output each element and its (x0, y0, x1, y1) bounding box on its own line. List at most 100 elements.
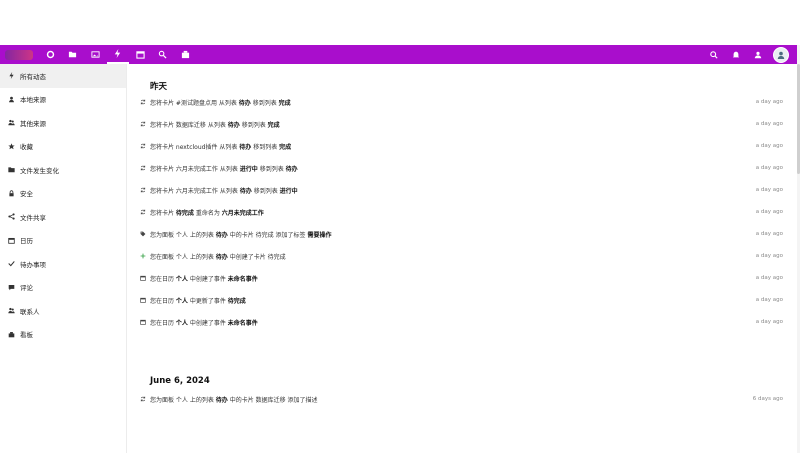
sidebar-item-other-source[interactable]: 其他来源 (0, 111, 126, 135)
list-link[interactable]: 进行中 (280, 188, 298, 195)
activity-icon[interactable] (106, 45, 129, 64)
sidebar-item-deck[interactable]: 看板 (0, 323, 126, 347)
user-avatar[interactable] (773, 46, 789, 63)
list-link[interactable]: 待办 (228, 122, 240, 129)
activity-time: a day ago (755, 231, 783, 237)
text-segment: 移到列表 (251, 187, 280, 195)
card-link[interactable]: 待完成 (256, 232, 274, 239)
card-link[interactable]: 六月未完成工作 (176, 166, 218, 173)
sidebar-item-tasks[interactable]: 待办事项 (0, 252, 126, 276)
activity-item: 您为面板 个人 上的列表 待办 中的卡片 数据库迁移 添加了描述 6 days … (140, 392, 783, 406)
activity-time: 6 days ago (752, 396, 783, 402)
text-segment: 移到列表 (251, 143, 280, 151)
list-link[interactable]: 进行中 (240, 166, 258, 173)
card-link[interactable]: 数据库迁移 (176, 122, 206, 129)
sidebar-item-favorites[interactable]: 收藏 (0, 135, 126, 159)
text-segment: 移到列表 (239, 121, 268, 129)
label-link[interactable]: 需要操作 (307, 232, 331, 239)
app-window: 所有动态 本地来源 其他来源 收藏 文件发生变化 安全 文件共享 日历 待办事项… (0, 0, 800, 453)
card-link[interactable]: 待完成 (268, 254, 286, 261)
sidebar-item-label: 文件共享 (20, 213, 46, 222)
activity-text: 您为面板 个人 上的列表 待办 中的卡片 数据库迁移 添加了描述 (150, 395, 753, 404)
calendar-icon[interactable] (129, 45, 152, 64)
card-link[interactable]: 六月未完成工作 (176, 188, 218, 195)
contacts-icon[interactable] (152, 45, 175, 64)
list-link[interactable]: 待办 (240, 188, 252, 195)
nextcloud-logo[interactable] (5, 49, 33, 60)
sidebar-item-security[interactable]: 安全 (0, 182, 126, 206)
text-segment: 您将卡片 (150, 187, 176, 195)
text-segment: 添加了描述 (285, 396, 318, 404)
sidebar-item-file-changes[interactable]: 文件发生变化 (0, 158, 126, 182)
activity-item: 您在日历 个人 中创建了事件 未命名事件 a day ago (140, 315, 783, 329)
list-link[interactable]: 待办 (239, 144, 251, 151)
check-icon (2, 260, 20, 267)
sidebar-item-label: 联系人 (20, 307, 40, 316)
sidebar-item-all-activities[interactable]: 所有动态 (0, 64, 126, 88)
activity-text: 您为面板 个人 上的列表 待办 中的卡片 待完成 添加了标签 需要操作 (150, 230, 756, 239)
text-segment: 从列表 (217, 187, 240, 195)
text-segment: 从列表 (217, 143, 240, 151)
activity-time: a day ago (755, 319, 783, 325)
sidebar-item-label: 评论 (20, 284, 33, 293)
activity-time: a day ago (755, 165, 783, 171)
activity-text: 您将卡片 待完成 重命名为 六月未完成工作 (150, 208, 756, 217)
calendar-link[interactable]: 个人 (176, 320, 188, 327)
list-link[interactable]: 待办 (286, 166, 298, 173)
list-link[interactable]: 完成 (279, 100, 291, 107)
activity-text: 您将卡片 六月未完成工作 从列表 待办 移到列表 进行中 (150, 186, 756, 195)
sidebar-item-calendar[interactable]: 日历 (0, 229, 126, 253)
event-link[interactable]: 未命名事件 (228, 320, 258, 327)
activity-text: 您在日历 个人 中更新了事件 待完成 (150, 296, 756, 305)
card-link[interactable]: 待完成 (176, 210, 194, 217)
board-link[interactable]: 个人 (176, 397, 188, 404)
text-segment: 您将卡片 (150, 165, 176, 173)
activity-stream: 昨天 您将卡片 #测试题盘点用 从列表 待办 移到列表 完成 a day ago… (128, 64, 797, 453)
sidebar-item-label: 其他来源 (20, 119, 46, 128)
files-icon[interactable] (62, 45, 85, 64)
card-link[interactable]: #测试题盘点用 (176, 100, 217, 107)
text-segment: 您在日历 (150, 319, 176, 327)
board-link[interactable]: 个人 (176, 232, 188, 239)
list-link[interactable]: 待办 (216, 397, 228, 404)
calendar-link[interactable]: 个人 (176, 298, 188, 305)
sidebar-item-file-sharing[interactable]: 文件共享 (0, 205, 126, 229)
card-link[interactable]: 六月未完成工作 (222, 210, 264, 217)
text-segment: 您在日历 (150, 275, 176, 283)
people-icon (2, 119, 20, 126)
text-segment: 中创建了事件 (187, 319, 228, 327)
list-link[interactable]: 完成 (268, 122, 280, 129)
card-link[interactable]: 数据库迁移 (256, 397, 286, 404)
plus-icon (140, 253, 150, 259)
sync-icon (140, 165, 150, 171)
activity-text: 您在日历 个人 中创建了事件 未命名事件 (150, 318, 756, 327)
sync-icon (140, 121, 150, 127)
event-link[interactable]: 未命名事件 (228, 276, 258, 283)
event-link[interactable]: 待完成 (228, 298, 246, 305)
list-link[interactable]: 待办 (216, 232, 228, 239)
deck-icon[interactable] (174, 45, 197, 64)
search-icon[interactable] (703, 45, 725, 64)
text-segment: 您将卡片 (150, 143, 176, 151)
sidebar-item-label: 文件发生变化 (20, 166, 59, 175)
photos-icon[interactable] (84, 45, 107, 64)
sidebar-item-contacts[interactable]: 联系人 (0, 299, 126, 323)
activity-sidebar: 所有动态 本地来源 其他来源 收藏 文件发生变化 安全 文件共享 日历 待办事项… (0, 64, 127, 453)
card-link[interactable]: nextcloud插件 (176, 144, 218, 151)
contacts-menu-icon[interactable] (747, 45, 769, 64)
list-link[interactable]: 待办 (216, 254, 228, 261)
deck-icon (2, 331, 20, 338)
sidebar-item-comments[interactable]: 评论 (0, 276, 126, 300)
calendar-link[interactable]: 个人 (176, 276, 188, 283)
sidebar-item-local-source[interactable]: 本地来源 (0, 88, 126, 112)
list-link[interactable]: 待办 (239, 100, 251, 107)
activity-text: 您将卡片 六月未完成工作 从列表 进行中 移到列表 待办 (150, 164, 756, 173)
text-segment: 中创建了卡片 (227, 253, 268, 261)
list-link[interactable]: 完成 (279, 144, 291, 151)
text-segment: 从列表 (216, 99, 239, 107)
lock-icon (2, 190, 20, 197)
notifications-icon[interactable] (725, 45, 747, 64)
board-link[interactable]: 个人 (176, 254, 188, 261)
text-segment: 从列表 (205, 121, 228, 129)
dashboard-icon[interactable] (39, 45, 62, 64)
